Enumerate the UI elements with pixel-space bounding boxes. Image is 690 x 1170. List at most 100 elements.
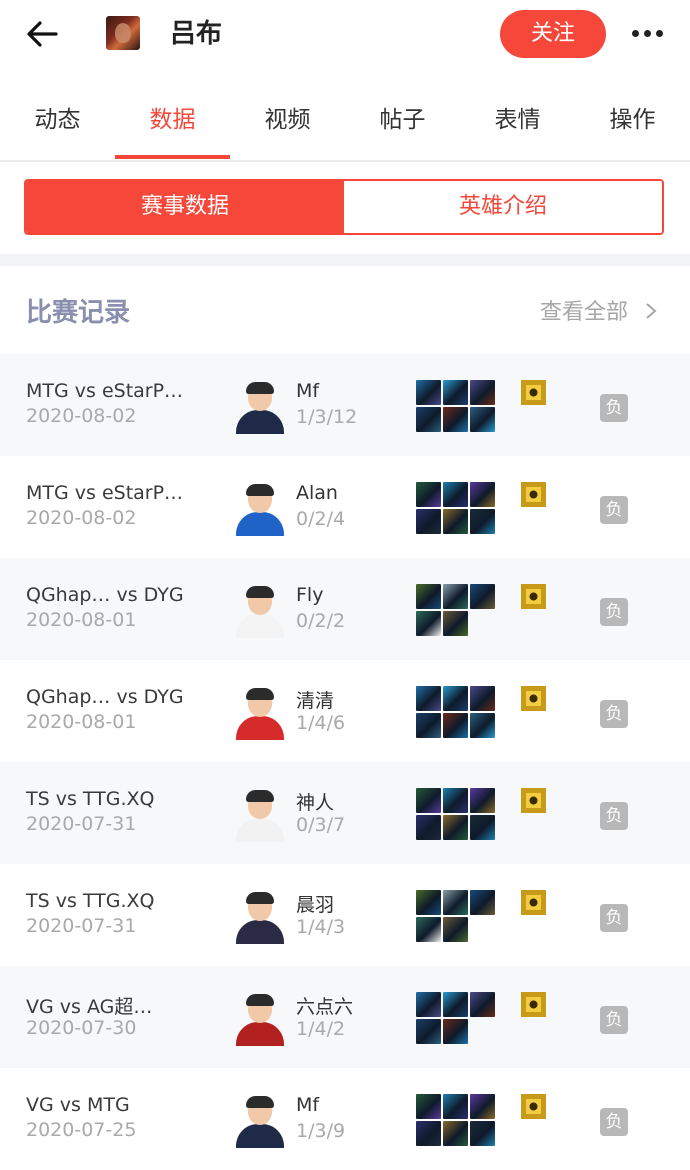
equipment-item-icon (416, 890, 441, 915)
match-title: TS vs TTG.XQ (26, 788, 155, 810)
player-jersey (236, 716, 284, 740)
table-row[interactable]: VG vs MTG 2020-07-25 Mf 1/3/9 负 (0, 1068, 690, 1170)
section-header: 比赛记录 查看全部 (0, 266, 690, 354)
player-jersey (236, 920, 284, 944)
player-name: Mf (296, 380, 320, 402)
table-row[interactable]: TS vs TTG.XQ 2020-07-31 神人 0/3/7 负 (0, 762, 690, 864)
equipment-item-icon (443, 815, 468, 840)
equipment-item-icon (443, 992, 468, 1017)
equipment-item-icon (416, 584, 441, 609)
result-badge: 负 (600, 394, 628, 422)
table-row[interactable]: MTG vs eStarP… 2020-08-02 Alan 0/2/4 负 (0, 456, 690, 558)
match-date: 2020-08-01 (26, 711, 137, 733)
summoner-spell-icon (521, 1094, 546, 1119)
match-title: VG vs AG超… (26, 996, 153, 1018)
equipment-item-icon (443, 713, 468, 738)
equipment-item-icon (416, 713, 441, 738)
table-row[interactable]: QGhap… vs DYG 2020-08-01 Fly 0/2/2 负 (0, 558, 690, 660)
more-dots-icon[interactable] (630, 24, 664, 44)
tab-feed[interactable]: 动态 (0, 80, 115, 160)
player-kda: 0/3/7 (296, 814, 346, 836)
player-hair (246, 892, 274, 904)
player-avatar (233, 788, 287, 842)
table-row[interactable]: TS vs TTG.XQ 2020-07-31 晨羽 1/4/3 负 (0, 864, 690, 966)
player-hair (246, 382, 274, 394)
player-jersey (236, 818, 284, 842)
match-date: 2020-08-02 (26, 405, 137, 427)
match-date: 2020-07-25 (26, 1119, 137, 1141)
equipment-item-icon (416, 1094, 441, 1119)
player-name: Mf (296, 1094, 320, 1116)
result-badge: 负 (600, 598, 628, 626)
chevron-right-icon[interactable] (644, 302, 658, 320)
equipment-item-icon (470, 815, 495, 840)
segment-hero-intro[interactable]: 英雄介绍 (344, 181, 662, 233)
result-badge: 负 (600, 496, 628, 524)
equipment-item-icon (470, 890, 495, 915)
equipment-item-icon (416, 482, 441, 507)
equipment-icons (416, 686, 496, 740)
equipment-item-icon (443, 407, 468, 432)
equipment-item-icon (416, 611, 441, 636)
player-jersey (236, 512, 284, 536)
player-avatar (233, 890, 287, 944)
player-avatar (233, 1094, 287, 1148)
equipment-item-icon (470, 992, 495, 1017)
player-jersey (236, 614, 284, 638)
equipment-icons (416, 992, 496, 1046)
table-row[interactable]: MTG vs eStarP… 2020-08-02 Mf 1/3/12 负 (0, 354, 690, 456)
equipment-item-icon (470, 788, 495, 813)
equipment-icons (416, 380, 496, 434)
summoner-spell-icon (521, 686, 546, 711)
tab-posts[interactable]: 帖子 (345, 80, 460, 160)
equipment-item-icon (416, 509, 441, 534)
player-hair (246, 1096, 274, 1108)
equipment-item-icon (443, 509, 468, 534)
equipment-item-icon (470, 380, 495, 405)
equipment-item-icon (416, 917, 441, 942)
arrow-left-icon[interactable] (24, 20, 60, 48)
hero-avatar (106, 16, 140, 50)
equipment-item-icon (416, 407, 441, 432)
equipment-item-icon (443, 1094, 468, 1119)
top-bar: 吕布 关注 (0, 0, 690, 72)
summoner-spell-icon (521, 788, 546, 813)
equipment-item-icon (443, 890, 468, 915)
segmented-control: 赛事数据 英雄介绍 (24, 179, 664, 235)
equipment-item-icon (470, 482, 495, 507)
player-avatar (233, 686, 287, 740)
equipment-item-icon (443, 1019, 468, 1044)
result-badge: 负 (600, 1006, 628, 1034)
summoner-spell-icon (521, 380, 546, 405)
player-name: 清清 (296, 690, 335, 712)
section-title: 比赛记录 (26, 298, 131, 328)
match-date: 2020-07-31 (26, 813, 137, 835)
player-name: Fly (296, 584, 324, 606)
tab-data[interactable]: 数据 (115, 80, 230, 160)
equipment-icons (416, 788, 496, 842)
match-title: MTG vs eStarP… (26, 482, 184, 504)
summoner-spell-icon (521, 890, 546, 915)
player-name: 晨羽 (296, 894, 335, 916)
tab-emoji[interactable]: 表情 (460, 80, 575, 160)
table-row[interactable]: QGhap… vs DYG 2020-08-01 清清 1/4/6 负 (0, 660, 690, 762)
result-badge: 负 (600, 1108, 628, 1136)
table-row[interactable]: VG vs AG超… 2020-07-30 六点六 1/4/2 负 (0, 966, 690, 1068)
equipment-icons (416, 1094, 496, 1148)
player-kda: 0/2/2 (296, 610, 346, 632)
tab-videos[interactable]: 视频 (230, 80, 345, 160)
equipment-item-icon (470, 1121, 495, 1146)
player-kda: 1/4/2 (296, 1018, 346, 1040)
player-kda: 1/3/12 (296, 406, 358, 428)
equipment-icons (416, 890, 496, 944)
player-kda: 0/2/4 (296, 508, 346, 530)
player-kda: 1/4/3 (296, 916, 346, 938)
equipment-icons (416, 482, 496, 536)
segment-area: 赛事数据 英雄介绍 (0, 162, 690, 254)
view-all-link[interactable]: 查看全部 (540, 294, 628, 326)
match-date: 2020-08-01 (26, 609, 137, 631)
tab-operation[interactable]: 操作 (575, 80, 690, 160)
equipment-item-icon (470, 407, 495, 432)
follow-button[interactable]: 关注 (500, 10, 606, 58)
segment-match-data[interactable]: 赛事数据 (26, 181, 344, 233)
